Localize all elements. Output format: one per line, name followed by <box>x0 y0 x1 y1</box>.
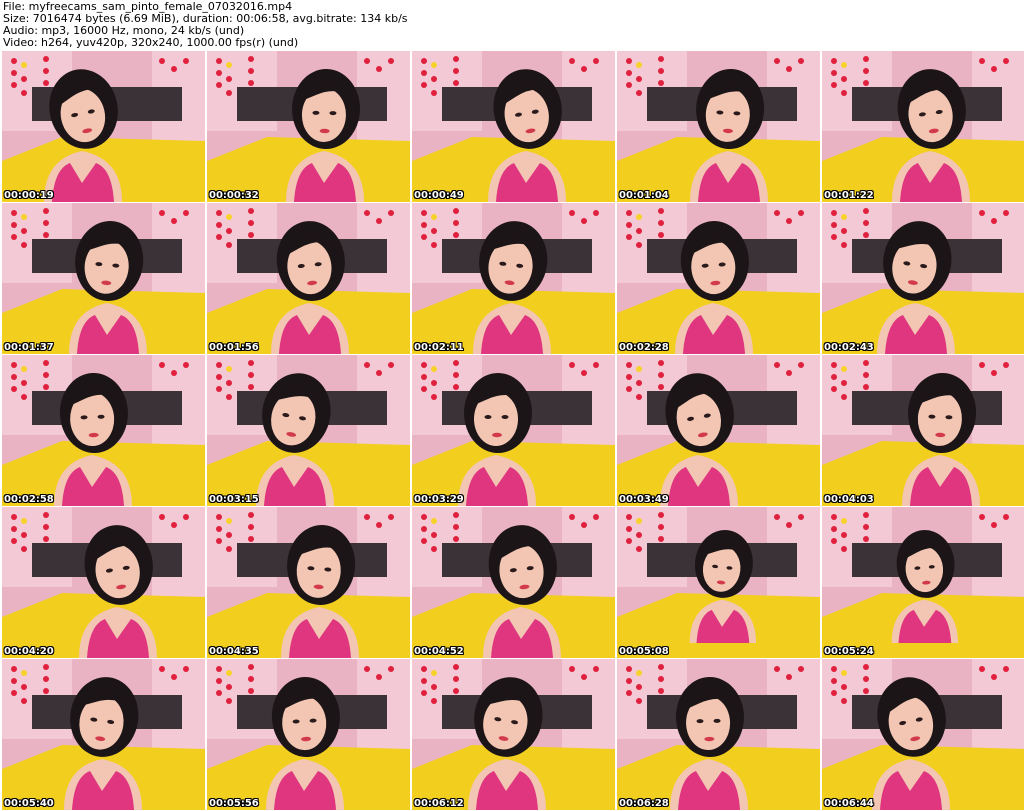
thumbnail-frame-image <box>617 355 820 506</box>
file-info-header: File: myfreecams_sam_pinto_female_070320… <box>3 1 1021 49</box>
thumbnail-timestamp: 00:05:24 <box>824 646 874 657</box>
thumbnail-timestamp: 00:03:49 <box>619 494 669 505</box>
thumbnail-timestamp: 00:00:19 <box>4 190 54 201</box>
video-thumbnail: 00:04:20 <box>2 507 205 658</box>
video-thumbnail: 00:06:28 <box>617 659 820 810</box>
video-thumbnail: 00:00:19 <box>2 51 205 202</box>
video-thumbnail: 00:03:15 <box>207 355 410 506</box>
thumbnail-frame-image <box>412 203 615 354</box>
video-thumbnail: 00:01:22 <box>822 51 1024 202</box>
thumbnail-frame-image <box>2 507 205 658</box>
thumbnail-timestamp: 00:06:28 <box>619 798 669 809</box>
thumbnail-timestamp: 00:04:35 <box>209 646 259 657</box>
thumbnail-timestamp: 00:04:52 <box>414 646 464 657</box>
thumbnail-frame-image <box>2 659 205 810</box>
thumbnail-timestamp: 00:01:56 <box>209 342 259 353</box>
thumbnail-timestamp: 00:00:49 <box>414 190 464 201</box>
video-thumbnail: 00:06:12 <box>412 659 615 810</box>
video-thumbnail: 00:03:29 <box>412 355 615 506</box>
thumbnail-timestamp: 00:01:22 <box>824 190 874 201</box>
video-thumbnail: 00:02:28 <box>617 203 820 354</box>
thumbnail-frame-image <box>2 51 205 202</box>
video-thumbnail: 00:05:40 <box>2 659 205 810</box>
video-thumbnail: 00:03:49 <box>617 355 820 506</box>
thumbnail-frame-image <box>822 51 1024 202</box>
thumbnail-frame-image <box>822 659 1024 810</box>
thumbnail-frame-image <box>207 659 410 810</box>
video-thumbnail: 00:00:32 <box>207 51 410 202</box>
thumbnail-frame-image <box>617 659 820 810</box>
video-thumbnail: 00:02:43 <box>822 203 1024 354</box>
thumbnail-frame-image <box>412 507 615 658</box>
video-thumbnail: 00:04:52 <box>412 507 615 658</box>
video-thumbnail: 00:05:56 <box>207 659 410 810</box>
thumbnail-timestamp: 00:03:15 <box>209 494 259 505</box>
video-thumbnail: 00:01:04 <box>617 51 820 202</box>
video-thumbnail: 00:06:44 <box>822 659 1024 810</box>
thumbnail-timestamp: 00:03:29 <box>414 494 464 505</box>
thumbnail-timestamp: 00:02:11 <box>414 342 464 353</box>
thumbnail-timestamp: 00:04:20 <box>4 646 54 657</box>
thumbnail-timestamp: 00:04:03 <box>824 494 874 505</box>
thumbnail-frame-image <box>617 203 820 354</box>
thumbnail-frame-image <box>412 51 615 202</box>
video-thumbnail: 00:00:49 <box>412 51 615 202</box>
thumbnail-timestamp: 00:05:08 <box>619 646 669 657</box>
thumbnail-grid: 00:00:19 00:00:32 00:00:49 00:01:04 00:0… <box>0 51 1024 811</box>
video-info-line: Video: h264, yuv420p, 320x240, 1000.00 f… <box>3 36 299 49</box>
video-thumbnail: 00:04:35 <box>207 507 410 658</box>
thumbnail-frame-image <box>2 203 205 354</box>
thumbnail-frame-image <box>822 203 1024 354</box>
thumbnail-timestamp: 00:02:58 <box>4 494 54 505</box>
video-thumbnail: 00:02:11 <box>412 203 615 354</box>
thumbnail-frame-image <box>412 355 615 506</box>
video-thumbnail: 00:01:37 <box>2 203 205 354</box>
thumbnail-frame-image <box>2 355 205 506</box>
video-thumbnail: 00:01:56 <box>207 203 410 354</box>
thumbnail-timestamp: 00:00:32 <box>209 190 259 201</box>
thumbnail-frame-image <box>207 355 410 506</box>
thumbnail-frame-image <box>822 355 1024 506</box>
thumbnail-frame-image <box>207 507 410 658</box>
thumbnail-timestamp: 00:05:40 <box>4 798 54 809</box>
thumbnail-frame-image <box>412 659 615 810</box>
thumbnail-frame-image <box>207 203 410 354</box>
thumbnail-timestamp: 00:06:44 <box>824 798 874 809</box>
thumbnail-timestamp: 00:06:12 <box>414 798 464 809</box>
thumbnail-frame-image <box>822 507 1024 658</box>
thumbnail-timestamp: 00:02:28 <box>619 342 669 353</box>
thumbnail-frame-image <box>617 51 820 202</box>
video-thumbnail: 00:02:58 <box>2 355 205 506</box>
thumbnail-timestamp: 00:01:37 <box>4 342 54 353</box>
video-thumbnail: 00:05:24 <box>822 507 1024 658</box>
thumbnail-frame-image <box>207 51 410 202</box>
thumbnail-timestamp: 00:01:04 <box>619 190 669 201</box>
thumbnail-timestamp: 00:05:56 <box>209 798 259 809</box>
video-thumbnail: 00:04:03 <box>822 355 1024 506</box>
video-thumbnail: 00:05:08 <box>617 507 820 658</box>
thumbnail-frame-image <box>617 507 820 658</box>
thumbnail-timestamp: 00:02:43 <box>824 342 874 353</box>
